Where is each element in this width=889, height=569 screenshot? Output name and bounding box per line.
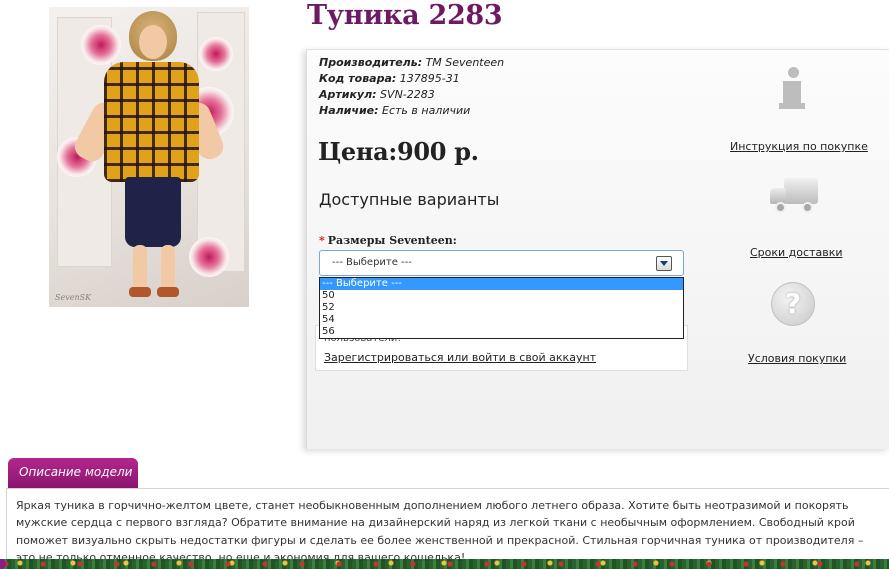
- select-arrow-icon[interactable]: [656, 256, 672, 271]
- product-photo[interactable]: SevenSK: [49, 7, 249, 307]
- photo-signature: SevenSK: [55, 293, 92, 302]
- purchase-instructions-link[interactable]: Инструкция по покупке: [730, 140, 868, 153]
- size-option-56[interactable]: 56: [320, 326, 683, 338]
- truck-icon[interactable]: [770, 178, 820, 218]
- purchase-terms-link[interactable]: Условия покупки: [748, 352, 846, 365]
- size-select[interactable]: --- Выберите ---: [319, 250, 684, 276]
- size-select-value: --- Выберите ---: [332, 257, 412, 268]
- size-dropdown-list: --- Выберите --- 50 52 54 56: [319, 277, 684, 339]
- size-option-54[interactable]: 54: [320, 314, 683, 326]
- size-option-placeholder[interactable]: --- Выберите ---: [320, 278, 683, 290]
- tab-description[interactable]: Описание модели: [8, 458, 138, 488]
- product-specs: Производитель: TM Seventeen Код товара: …: [319, 55, 504, 119]
- spec-product-code: Код товара: 137895-31: [319, 72, 460, 85]
- product-page: SevenSK Туника 2283 Производитель: TM Se…: [0, 0, 889, 569]
- options-title: Доступные варианты: [319, 190, 500, 209]
- login-register-link[interactable]: Зарегистрироваться или войти в свой акка…: [324, 351, 596, 364]
- spec-availability: Наличие: Есть в наличии: [319, 104, 471, 117]
- spec-manufacturer: Производитель: TM Seventeen: [319, 56, 505, 69]
- size-option-50[interactable]: 50: [320, 290, 683, 302]
- size-label: * Размеры Seventeen:: [319, 234, 457, 247]
- delivery-times-link[interactable]: Сроки доставки: [750, 246, 843, 259]
- size-option-52[interactable]: 52: [320, 302, 683, 314]
- required-mark: *: [319, 234, 325, 247]
- info-icon[interactable]: [779, 67, 806, 111]
- christmas-garland-decoration: [0, 559, 889, 569]
- product-title: Туника 2283: [307, 0, 503, 31]
- question-icon[interactable]: ?: [771, 282, 815, 326]
- spec-article: Артикул: SVN-2283: [319, 88, 435, 101]
- description-text: Яркая туника в горчично-желтом цвете, ст…: [16, 499, 864, 565]
- product-price: Цена:900 р.: [318, 137, 479, 166]
